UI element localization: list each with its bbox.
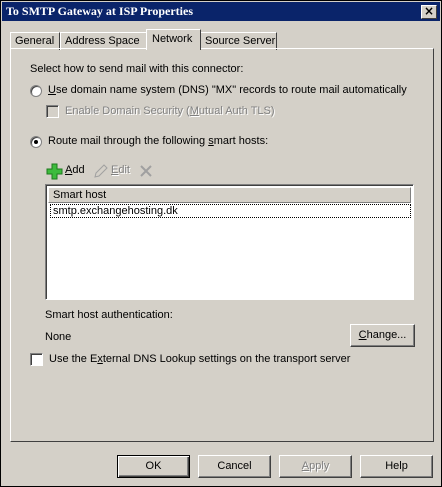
- title-bar[interactable]: To SMTP Gateway at ISP Properties ×: [2, 2, 440, 21]
- external-dns-label[interactable]: Use the External DNS Lookup settings on …: [49, 353, 350, 365]
- smart-host-list[interactable]: Smart host smtp.exchangehosting.dk: [45, 184, 414, 300]
- window-title: To SMTP Gateway at ISP Properties: [6, 4, 193, 18]
- smart-host-column-header[interactable]: Smart host: [48, 187, 411, 203]
- pencil-icon: [93, 163, 109, 179]
- ok-button[interactable]: OK: [117, 455, 190, 478]
- change-button[interactable]: Change...: [350, 324, 415, 347]
- auth-label: Smart host authentication:: [45, 309, 173, 321]
- smart-host-radio[interactable]: [30, 136, 42, 148]
- smart-host-label[interactable]: Route mail through the following smart h…: [48, 135, 268, 147]
- edit-button[interactable]: Edit: [111, 164, 130, 176]
- cancel-button[interactable]: Cancel: [198, 455, 271, 478]
- auth-value: None: [45, 331, 72, 343]
- tab-network[interactable]: Network: [146, 29, 201, 50]
- external-dns-checkbox[interactable]: [30, 353, 43, 366]
- intro-label: Select how to send mail with this connec…: [30, 63, 244, 75]
- dns-mx-radio[interactable]: [30, 85, 42, 97]
- radio-selected-dot: [34, 140, 38, 144]
- apply-button[interactable]: Apply: [279, 455, 352, 478]
- add-button[interactable]: Add: [65, 164, 85, 176]
- close-icon[interactable]: ×: [421, 5, 437, 19]
- help-button[interactable]: Help: [360, 455, 433, 478]
- list-item[interactable]: smtp.exchangehosting.dk: [50, 204, 411, 218]
- domain-security-label: Enable Domain Security (Mutual Auth TLS): [65, 105, 275, 117]
- delete-x-icon[interactable]: [139, 164, 153, 178]
- dns-mx-label[interactable]: Use domain name system (DNS) "MX" record…: [48, 84, 407, 96]
- properties-dialog: To SMTP Gateway at ISP Properties × Gene…: [0, 0, 442, 487]
- domain-security-checkbox[interactable]: [46, 105, 59, 118]
- plus-icon[interactable]: [46, 163, 63, 180]
